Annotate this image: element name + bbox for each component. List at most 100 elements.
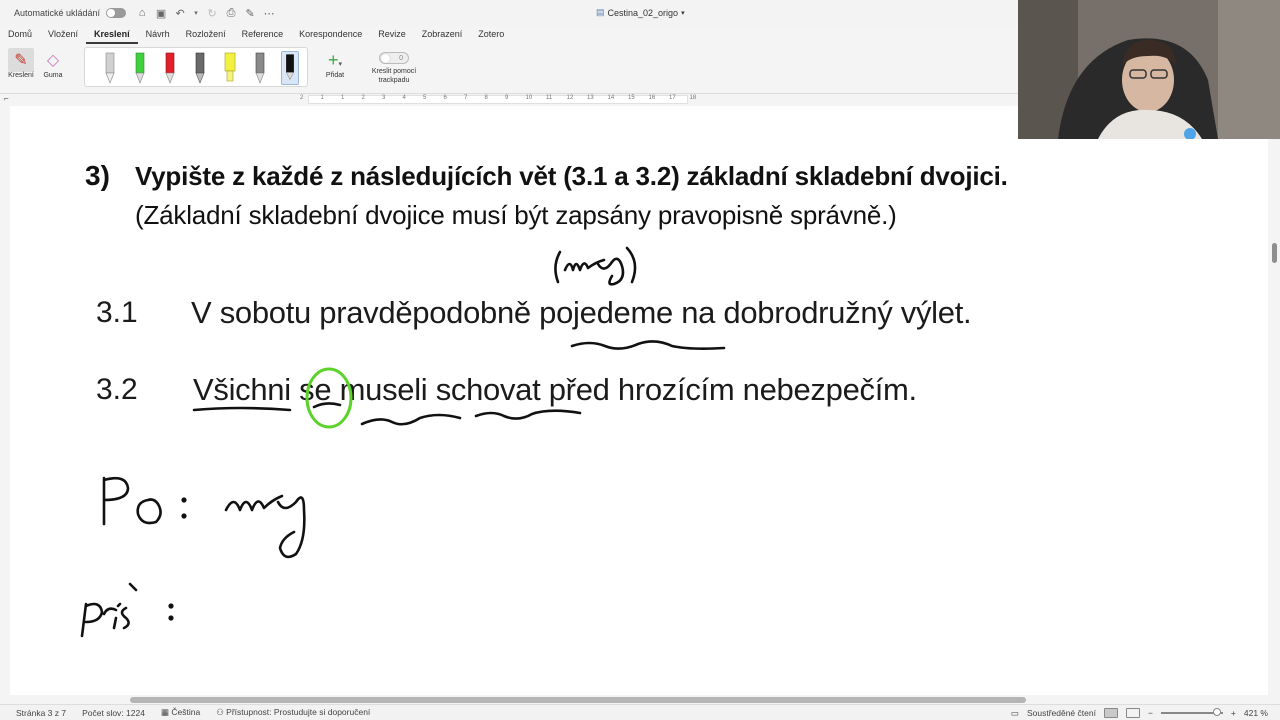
trackpad-toggle-text: 0	[399, 55, 403, 62]
pen-gallery	[84, 47, 308, 87]
ruler-number: 1	[320, 95, 324, 101]
ruler-number: 2	[361, 95, 365, 101]
dropdown-icon[interactable]: ▾	[193, 9, 199, 17]
tab-home[interactable]: Domů	[0, 26, 40, 44]
document-title-text: Cestina_02_origo	[607, 7, 679, 18]
ruler-number: 6	[443, 95, 447, 101]
ruler-number: 12	[566, 95, 574, 101]
document-file-icon: ▤	[596, 7, 605, 17]
print-layout-view-button[interactable]	[1103, 708, 1118, 718]
ribbon-tabs: Domů Vložení Kreslení Návrh Rozložení Re…	[0, 26, 1020, 44]
ruler-number: 9	[505, 95, 509, 101]
tab-insert[interactable]: Vložení	[40, 26, 86, 44]
ruler-number: 3	[382, 95, 386, 101]
autosave-control[interactable]: Automatické ukládání	[14, 8, 127, 18]
tab-stop-icon[interactable]: ⌐	[4, 94, 9, 103]
task-title: Vypište z každé z následujících vět (3.1…	[135, 161, 1008, 191]
eraser-button[interactable]: ◇ Guma	[36, 48, 70, 79]
eraser-icon: ◇	[46, 52, 60, 69]
pen-green[interactable]	[131, 51, 149, 85]
ruler-number: 7	[464, 95, 468, 101]
zoom-slider[interactable]	[1160, 708, 1223, 716]
sentence-1-number: 3.1	[96, 296, 138, 329]
autosave-toggle[interactable]	[106, 8, 127, 18]
customize-icon[interactable]: ⋯	[263, 7, 275, 20]
zoom-level[interactable]: 421 %	[1244, 708, 1268, 718]
print-icon[interactable]: ⎙	[225, 7, 237, 20]
highlighter-yellow[interactable]	[221, 51, 239, 85]
trackpad-label-line1: Kreslit pomocí	[371, 68, 417, 75]
chevron-down-icon: ▾	[681, 9, 685, 17]
ruler-number: 11	[546, 95, 553, 101]
webcam-overlay	[1018, 0, 1280, 139]
ruler-number: 1	[341, 95, 345, 101]
ruler-number: 18	[689, 95, 697, 101]
tab-review[interactable]: Revize	[370, 26, 414, 44]
sentence-2-text: Všichni se museli schovat před hrozícím …	[193, 372, 917, 407]
save-icon[interactable]: ▣	[155, 7, 167, 20]
pencil-gray[interactable]	[191, 51, 209, 85]
tab-references[interactable]: Reference	[234, 26, 292, 44]
ruler-number: 15	[628, 95, 635, 101]
home-icon[interactable]: ⌂	[136, 7, 148, 19]
focus-mode-icon[interactable]: ▭	[1011, 708, 1019, 719]
task-subtitle: (Základní skladební dvojice musí být zap…	[135, 200, 897, 230]
draw-ribbon: ✎ Kreslení ◇ Guma +▾ Přidat 0 Kreslit po…	[0, 44, 1020, 94]
trackpad-label-line2: trackpadu	[378, 77, 410, 84]
web-layout-view-button[interactable]	[1125, 708, 1140, 718]
draw-button[interactable]: ✎ Kreslení	[4, 48, 38, 79]
page-indicator[interactable]: Stránka 3 z 7	[16, 708, 66, 718]
trackpad-draw-control[interactable]: 0 Kreslit pomocí trackpadu	[364, 52, 424, 85]
add-label: Přidat	[325, 72, 345, 79]
ruler-number: 13	[587, 95, 594, 101]
ruler-number: 14	[607, 95, 615, 101]
draw-icon: ✎	[8, 48, 34, 72]
tab-layout[interactable]: Rozložení	[178, 26, 234, 44]
sentence-1-text: V sobotu pravděpodobně pojedeme na dobro…	[191, 295, 972, 330]
tab-design[interactable]: Návrh	[138, 26, 178, 44]
zoom-in-icon[interactable]: +	[1231, 708, 1236, 718]
sentence-2-number: 3.2	[96, 373, 138, 406]
tab-view[interactable]: Zobrazení	[414, 26, 471, 44]
pen-icon[interactable]: ✎	[244, 7, 256, 20]
tab-mailings[interactable]: Korespondence	[291, 26, 370, 44]
word-count[interactable]: Počet slov: 1224	[82, 708, 145, 718]
horizontal-scrollbar[interactable]	[130, 697, 1026, 703]
quick-access-toolbar: ⌂ ▣ ↶ ▾ ↻ ⎙ ✎ ⋯	[136, 7, 275, 20]
draw-label: Kreslení	[8, 72, 34, 79]
proofing-icon[interactable]: ▦ Čeština	[161, 707, 200, 718]
accessibility-status[interactable]: ⚇ Přístupnost: Prostudujte si doporučení	[216, 707, 370, 718]
status-bar: Stránka 3 z 7 Počet slov: 1224 ▦ Čeština…	[0, 704, 1280, 720]
ruler-number: 5	[423, 95, 427, 101]
undo-icon[interactable]: ↶	[174, 7, 186, 20]
vertical-scrollbar[interactable]	[1272, 243, 1277, 263]
zoom-out-icon[interactable]: −	[1148, 708, 1153, 718]
add-pen-button[interactable]: +▾ Přidat	[318, 50, 352, 79]
task-number: 3)	[85, 160, 110, 191]
redo-icon[interactable]: ↻	[206, 7, 218, 20]
zoom-slider-thumb[interactable]	[1212, 708, 1221, 716]
tab-zotero[interactable]: Zotero	[470, 26, 512, 44]
ruler-number: 2	[300, 95, 304, 101]
status-bar-right: ▭ Soustředěné čtení − + 421 %	[1011, 705, 1280, 720]
plus-icon: +▾	[327, 50, 343, 70]
ruler-number: 10	[525, 95, 533, 101]
document-title[interactable]: ▤ Cestina_02_origo ▾	[596, 7, 685, 18]
ruler-number: 8	[484, 95, 488, 101]
pen-gray[interactable]	[101, 51, 119, 85]
pen-red[interactable]	[161, 51, 179, 85]
eraser-label: Guma	[43, 72, 63, 79]
tab-draw[interactable]: Kreslení	[86, 26, 138, 44]
trackpad-toggle[interactable]: 0	[379, 52, 409, 64]
ruler-number: 17	[669, 95, 676, 101]
accessibility-label: Přístupnost: Prostudujte si doporučení	[226, 707, 371, 717]
autosave-label: Automatické ukládání	[14, 8, 101, 18]
presenter-video-image	[1018, 0, 1280, 139]
word-app-window: Automatické ukládání ⌂ ▣ ↶ ▾ ↻ ⎙ ✎ ⋯ ▤ C…	[0, 0, 1280, 720]
ruler-number: 16	[648, 95, 656, 101]
language-label: Čeština	[171, 707, 201, 717]
focus-mode-label[interactable]: Soustředěné čtení	[1027, 708, 1096, 718]
pen-dark-gray[interactable]	[251, 51, 269, 85]
ruler-number: 4	[402, 95, 406, 101]
pen-black[interactable]	[281, 51, 299, 85]
